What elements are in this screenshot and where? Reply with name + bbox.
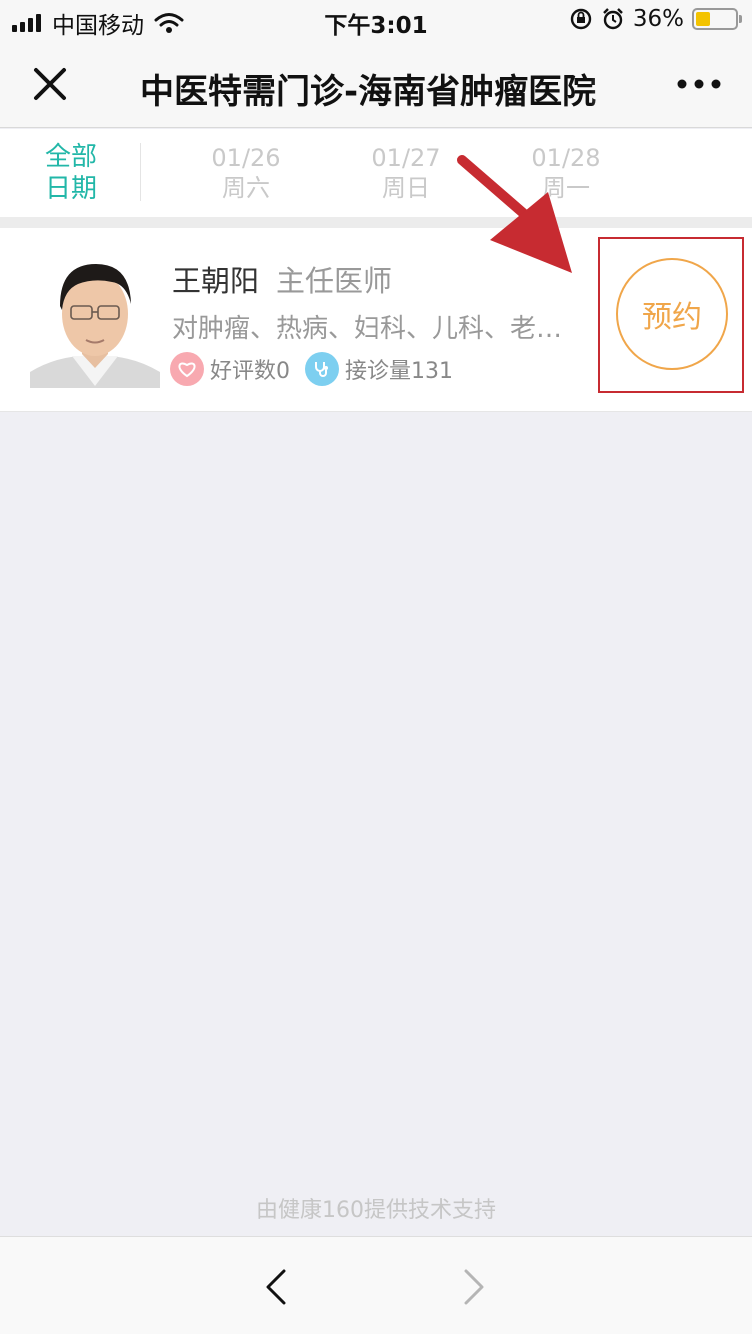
battery-fill bbox=[696, 12, 710, 26]
doctor-name: 王朝阳 bbox=[172, 264, 260, 298]
doctor-avatar bbox=[30, 250, 160, 388]
title-fade bbox=[590, 60, 650, 110]
close-icon[interactable] bbox=[30, 64, 70, 104]
doctor-specialty: 对肿瘤、热病、妇科、儿科、老… bbox=[172, 314, 563, 344]
reviews-stat: 好评数0 bbox=[170, 352, 290, 386]
tab-divider bbox=[140, 143, 141, 201]
footer-credit: 由健康160提供技术支持 bbox=[256, 1198, 496, 1223]
annotation-arrow-icon bbox=[457, 155, 572, 273]
alarm-icon bbox=[603, 8, 623, 30]
tab-date-0126[interactable]: 01/26 周六 bbox=[191, 143, 301, 203]
doctor-card[interactable]: 王朝阳 主任医师 对肿瘤、热病、妇科、儿科、老… 好评数0 接诊量131 预约 bbox=[0, 228, 752, 412]
tab-all-line1: 全部 bbox=[44, 142, 97, 172]
reviews-label: 好评数0 bbox=[210, 359, 290, 384]
stethoscope-icon bbox=[305, 352, 339, 386]
visits-stat: 接诊量131 bbox=[305, 352, 453, 386]
status-right: 36% bbox=[569, 6, 742, 32]
back-icon[interactable] bbox=[262, 1267, 290, 1307]
doctor-title: 主任医师 bbox=[276, 264, 393, 298]
rotation-lock-icon bbox=[570, 8, 592, 30]
section-gap bbox=[0, 217, 752, 228]
tab-all-dates[interactable]: 全部 日期 bbox=[30, 141, 112, 205]
tab-date-label: 01/26 bbox=[211, 144, 281, 172]
tab-weekday-label: 周六 bbox=[222, 174, 270, 202]
status-bar: 中国移动 下午3:01 36% bbox=[0, 0, 752, 40]
forward-icon[interactable] bbox=[460, 1267, 488, 1307]
more-icon[interactable] bbox=[676, 78, 722, 90]
page-title: 中医特需门诊-海南省肿瘤医院 bbox=[140, 72, 597, 108]
date-tabs: 全部 日期 01/26 周六 01/27 周日 01/28 周一 bbox=[0, 129, 752, 217]
heart-icon bbox=[170, 352, 204, 386]
nav-bar: 中医特需门诊-海南省肿瘤医院 bbox=[0, 40, 752, 128]
tab-all-line2: 日期 bbox=[44, 174, 97, 204]
visits-label: 接诊量131 bbox=[345, 359, 453, 384]
battery-icon bbox=[692, 8, 742, 30]
battery-percent: 36% bbox=[632, 6, 684, 32]
bottom-nav-bar bbox=[0, 1236, 752, 1334]
book-button[interactable]: 预约 bbox=[616, 258, 728, 370]
